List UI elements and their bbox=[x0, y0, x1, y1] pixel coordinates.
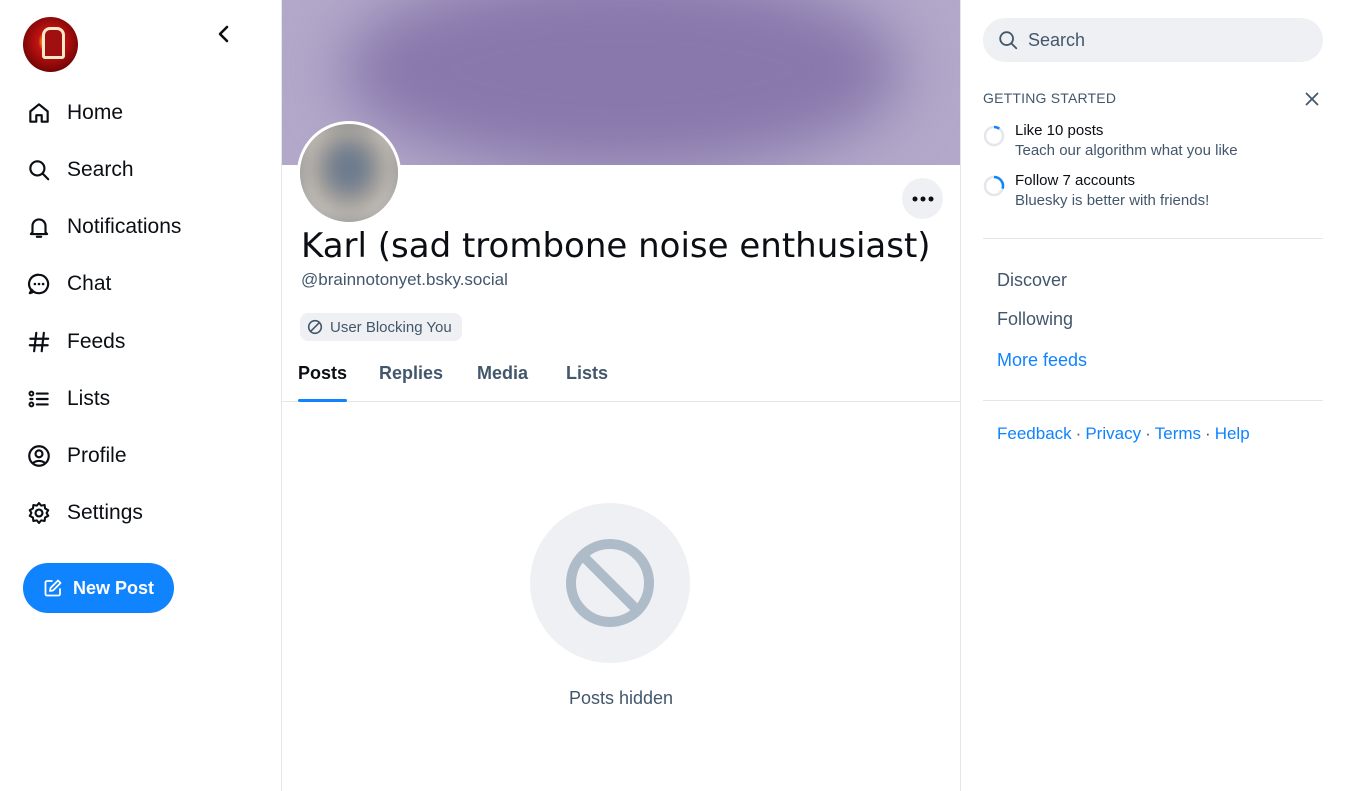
task-follow-accounts[interactable]: Follow 7 accounts Bluesky is better with… bbox=[983, 171, 1209, 211]
profile-tabs: Posts Replies Media Lists bbox=[282, 352, 960, 402]
tab-posts[interactable]: Posts bbox=[298, 352, 348, 402]
block-icon bbox=[566, 539, 654, 627]
block-status-label: User Blocking You bbox=[330, 318, 452, 336]
nav-label: Lists bbox=[67, 387, 111, 410]
progress-ring-icon bbox=[983, 125, 1005, 147]
nav-label: Settings bbox=[67, 501, 143, 524]
separator: · bbox=[1205, 424, 1211, 443]
hash-icon bbox=[24, 327, 54, 357]
search-input[interactable]: Search bbox=[983, 18, 1323, 62]
dismiss-getting-started-button[interactable] bbox=[1301, 88, 1323, 110]
chat-icon bbox=[24, 269, 54, 299]
progress-ring-icon bbox=[983, 175, 1005, 197]
nav-item-search[interactable]: Search bbox=[24, 150, 134, 190]
search-icon bbox=[24, 155, 54, 185]
user-avatar[interactable] bbox=[23, 17, 78, 72]
nav-item-notifications[interactable]: Notifications bbox=[24, 207, 181, 247]
compose-icon bbox=[44, 579, 62, 597]
nav-item-profile[interactable]: Profile bbox=[24, 436, 127, 476]
chevron-left-icon bbox=[218, 25, 229, 43]
nav-label: Chat bbox=[67, 272, 112, 295]
nav-label: Search bbox=[67, 158, 134, 181]
divider bbox=[983, 400, 1323, 401]
posts-hidden-message: Posts hidden bbox=[568, 688, 674, 708]
tab-media[interactable]: Media bbox=[477, 352, 528, 402]
search-placeholder: Search bbox=[1028, 29, 1086, 50]
profile-display-name: Karl (sad trombone noise enthusiast) bbox=[301, 226, 931, 266]
task-title: Like 10 posts bbox=[1015, 122, 1104, 139]
posts-hidden-illustration bbox=[530, 503, 690, 663]
profile-avatar[interactable] bbox=[297, 121, 401, 225]
task-subtitle: Bluesky is better with friends! bbox=[1015, 192, 1210, 209]
terms-link[interactable]: Terms bbox=[1155, 424, 1201, 443]
home-icon bbox=[24, 98, 54, 128]
nav-item-feeds[interactable]: Feeds bbox=[24, 322, 125, 362]
help-link[interactable]: Help bbox=[1215, 424, 1250, 443]
task-title: Follow 7 accounts bbox=[1015, 172, 1136, 189]
feed-link-discover[interactable]: Discover bbox=[997, 270, 1067, 291]
nav-item-home[interactable]: Home bbox=[24, 93, 123, 133]
separator: · bbox=[1075, 424, 1082, 443]
block-status-badge: User Blocking You bbox=[300, 313, 462, 341]
collapse-sidebar-button[interactable] bbox=[208, 18, 240, 50]
task-subtitle: Teach our algorithm what you like bbox=[1015, 142, 1238, 159]
nav-item-settings[interactable]: Settings bbox=[24, 493, 143, 533]
gear-icon bbox=[24, 498, 54, 528]
profile-column: Karl (sad trombone noise enthusiast) @br… bbox=[281, 0, 961, 791]
list-icon bbox=[24, 384, 54, 414]
nav-item-lists[interactable]: Lists bbox=[24, 379, 110, 419]
feed-link-following[interactable]: Following bbox=[997, 309, 1073, 330]
nav-label: Home bbox=[67, 101, 124, 124]
block-icon bbox=[307, 319, 323, 335]
left-navigation: Home Search Notifications Chat Feeds Lis… bbox=[0, 0, 281, 791]
new-post-button[interactable]: New Post bbox=[23, 563, 174, 613]
more-options-button[interactable] bbox=[902, 178, 943, 219]
bell-icon bbox=[24, 212, 54, 242]
separator: · bbox=[1145, 424, 1151, 443]
user-circle-icon bbox=[24, 441, 54, 471]
privacy-link[interactable]: Privacy bbox=[1085, 424, 1141, 443]
close-icon bbox=[1305, 92, 1319, 106]
profile-handle: @brainnotonyet.bsky.social bbox=[301, 270, 508, 289]
getting-started-title: GETTING STARTED bbox=[983, 90, 1117, 106]
new-post-label: New Post bbox=[72, 577, 155, 598]
tab-replies[interactable]: Replies bbox=[379, 352, 443, 402]
nav-item-chat[interactable]: Chat bbox=[24, 264, 111, 304]
task-like-posts[interactable]: Like 10 posts Teach our algorithm what y… bbox=[983, 121, 1238, 161]
divider bbox=[983, 238, 1323, 239]
feedback-link[interactable]: Feedback bbox=[997, 424, 1072, 443]
right-sidebar: Search GETTING STARTED Like 10 posts Tea… bbox=[961, 0, 1352, 791]
tab-lists[interactable]: Lists bbox=[566, 352, 608, 402]
nav-label: Feeds bbox=[67, 330, 126, 353]
nav-label: Notifications bbox=[67, 215, 182, 238]
nav-label: Profile bbox=[67, 444, 127, 467]
ellipsis-icon bbox=[912, 196, 933, 201]
search-icon bbox=[999, 31, 1018, 50]
more-feeds-link[interactable]: More feeds bbox=[997, 350, 1087, 371]
footer-links: Feedback · Privacy · Terms · Help bbox=[997, 424, 1250, 444]
